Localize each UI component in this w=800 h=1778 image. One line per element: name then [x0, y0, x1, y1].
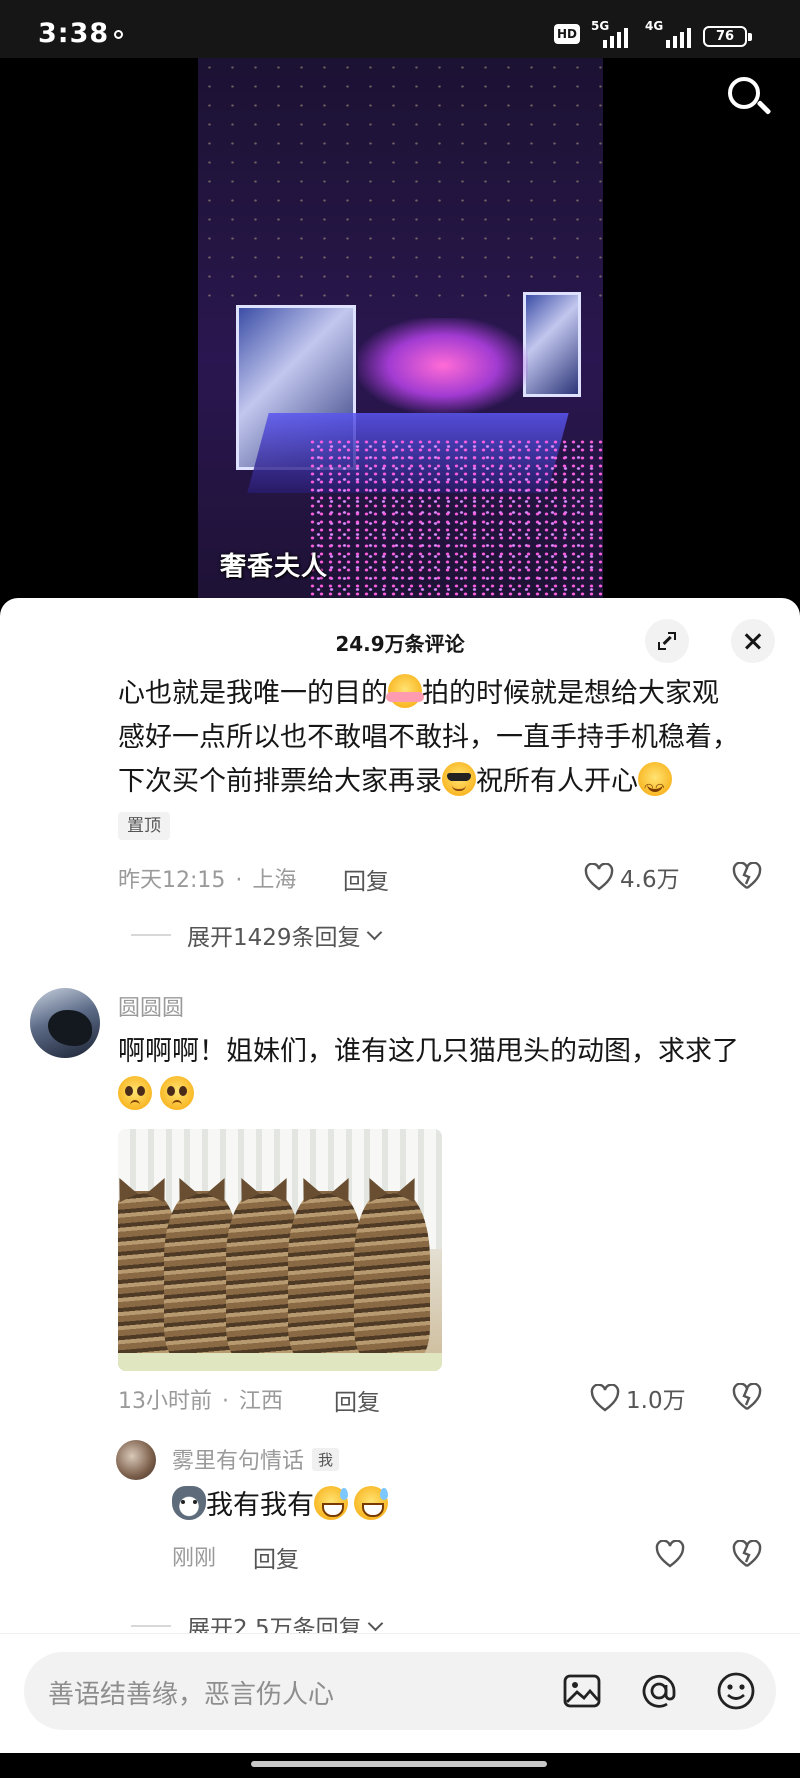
- reply-button[interactable]: 回复: [343, 862, 389, 896]
- like-count: 1.0万: [626, 1388, 686, 1414]
- pinned-comment-line: 心也就是我唯一的目的: [118, 678, 388, 709]
- image-cat: [288, 1191, 364, 1361]
- broken-heart-icon[interactable]: [732, 1540, 762, 1568]
- sweat-smile-emoji-icon: [314, 1486, 348, 1520]
- avatar[interactable]: [30, 988, 100, 1058]
- clock: 3:38: [38, 18, 110, 49]
- expand-icon[interactable]: [645, 619, 689, 663]
- search-icon-ring: [728, 77, 760, 109]
- expand-divider: [131, 934, 171, 936]
- video-caption: 奢香夫人: [220, 552, 329, 582]
- broken-heart-icon[interactable]: [732, 862, 762, 890]
- emoji-icon[interactable]: [716, 1671, 756, 1711]
- comment-time: 昨天12:15: [118, 868, 226, 893]
- search-icon-handle: [756, 100, 772, 115]
- comment-image[interactable]: [118, 1129, 442, 1371]
- heart-icon: [590, 1384, 620, 1412]
- sweat-smile-emoji-icon: [354, 1486, 388, 1520]
- comment-input-placeholder: 善语结善缘，恶言伤人心: [48, 1680, 335, 1710]
- home-indicator[interactable]: [251, 1761, 547, 1767]
- reply-username-label: 雾里有句情话: [172, 1449, 305, 1474]
- image-floor: [118, 1353, 442, 1371]
- comment-time: 13小时前: [118, 1389, 212, 1414]
- heart-icon: [584, 863, 614, 891]
- video-stage-glow: [358, 318, 528, 413]
- author-me-tag: 我: [312, 1448, 340, 1471]
- reply-button[interactable]: 回复: [334, 1383, 380, 1417]
- heart-icon[interactable]: [655, 1540, 685, 1568]
- comment-username[interactable]: 圆圆圆: [118, 990, 184, 1022]
- broken-heart-icon[interactable]: [732, 1383, 762, 1411]
- expand-replies-button[interactable]: 展开1429条回复: [131, 918, 382, 952]
- like-button[interactable]: 1.0万: [590, 1381, 686, 1415]
- video-screen-right: [523, 292, 581, 397]
- notification-dot-icon: [114, 30, 123, 39]
- signal-4g-icon: [666, 22, 691, 48]
- pinned-comment-line: 拍的时候就是想给大家观: [422, 678, 719, 709]
- video-player[interactable]: 奢香夫人: [198, 58, 603, 603]
- husky-emoji-icon: [172, 1486, 206, 1520]
- video-city-lights: [198, 58, 603, 298]
- meta-separator: ·: [222, 1389, 229, 1414]
- pleading-emoji-icon: [160, 1076, 194, 1110]
- like-count: 4.6万: [620, 867, 680, 893]
- search-icon[interactable]: [726, 75, 772, 121]
- image-icon[interactable]: [562, 1671, 602, 1711]
- at-icon[interactable]: [639, 1671, 679, 1711]
- sunglasses-emoji-icon: [442, 762, 476, 796]
- battery-level: 76: [715, 29, 735, 44]
- chevron-down-icon: [367, 1615, 383, 1631]
- reply-meta: 刚刚: [172, 1546, 217, 1571]
- smile-emoji-icon: [638, 762, 672, 810]
- like-button[interactable]: 4.6万: [584, 860, 680, 894]
- pinned-comment-line: 下次买个前排票给大家再录: [118, 766, 442, 797]
- reply-text-label: 我有我有: [206, 1490, 314, 1521]
- pleading-emoji-icon: [118, 1076, 152, 1110]
- reply-username[interactable]: 雾里有句情话我: [172, 1443, 340, 1475]
- signal-5g-icon: [603, 22, 628, 48]
- pinned-comment-line: 祝所有人开心: [476, 766, 638, 797]
- image-cat: [354, 1191, 430, 1361]
- comment-location: 上海: [252, 868, 297, 893]
- comments-sheet: 24.9万条评论 心也就是我唯一的目的 拍的时候就是想给大家观 感好一点所以也不敢…: [0, 598, 800, 1778]
- video-crowd: [308, 438, 603, 603]
- reply-text: 我有我有: [172, 1484, 388, 1528]
- comment-input-bar: 善语结善缘，恶言伤人心: [0, 1633, 800, 1753]
- video-area[interactable]: 奢香夫人: [0, 58, 800, 603]
- comment-input[interactable]: 善语结善缘，恶言伤人心: [24, 1652, 776, 1730]
- expand-replies-label: 展开1429条回复: [187, 925, 361, 951]
- expand-divider: [131, 1625, 171, 1627]
- comment-location: 江西: [239, 1389, 284, 1414]
- pinned-comment-text: 心也就是我唯一的目的 拍的时候就是想给大家观 感好一点所以也不敢唱不敢抖，一直手持…: [118, 672, 739, 810]
- battery-icon: 76: [703, 26, 752, 47]
- expand-icon-line: [662, 635, 672, 645]
- status-bar: 3:38 HD 5G 4G 76: [0, 0, 800, 58]
- network-4g-label: 4G: [645, 19, 664, 33]
- pinned-badge: 置顶: [118, 812, 170, 840]
- reply-avatar[interactable]: [116, 1440, 156, 1480]
- comment-text-line: 啊啊啊！姐妹们，谁有这几只猫甩头的动图，求求了: [118, 1036, 739, 1067]
- hugging-emoji-icon: [386, 674, 424, 708]
- reply-button[interactable]: 回复: [253, 1540, 299, 1574]
- pinned-comment-meta: 昨天12:15 · 上海: [118, 862, 296, 894]
- close-icon[interactable]: [731, 619, 775, 663]
- hd-voice-icon: HD: [554, 24, 581, 44]
- pinned-comment-line: 感好一点所以也不敢唱不敢抖，一直手持手机稳着，: [118, 722, 739, 753]
- comment-text: 啊啊啊！姐妹们，谁有这几只猫甩头的动图，求求了: [118, 1030, 739, 1118]
- comment-meta: 13小时前 · 江西: [118, 1383, 283, 1415]
- chevron-down-icon: [366, 924, 382, 940]
- meta-separator: ·: [235, 868, 243, 893]
